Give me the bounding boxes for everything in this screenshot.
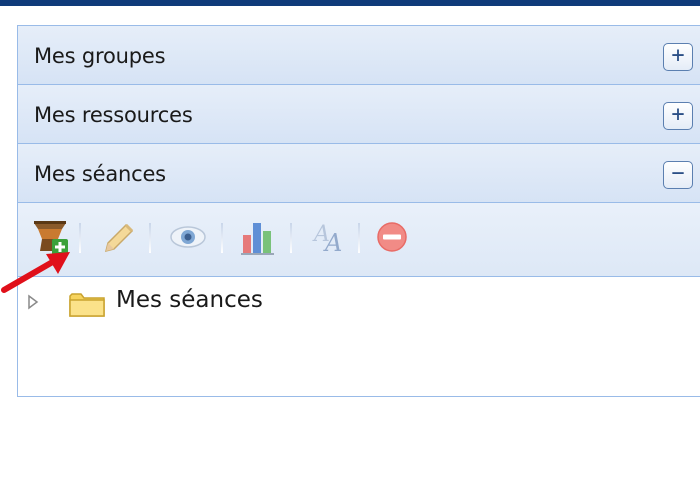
- accordion-header-sessions[interactable]: Mes séances −: [18, 144, 700, 203]
- toolbar-separator: [290, 223, 292, 253]
- expand-resources-button[interactable]: +: [663, 102, 693, 130]
- resources-label: Mes ressources: [34, 103, 193, 127]
- sessions-tree: Mes séances: [18, 277, 700, 477]
- collapse-sessions-button[interactable]: −: [663, 161, 693, 189]
- sessions-toolbar: A A: [18, 203, 700, 277]
- accordion-panel: Mes groupes + Mes ressources + Mes séanc…: [17, 25, 700, 397]
- view-eye-icon[interactable]: [168, 217, 208, 257]
- toolbar-separator: [149, 223, 151, 253]
- tree-root-label: Mes séances: [116, 287, 263, 313]
- expand-groups-button[interactable]: +: [663, 43, 693, 71]
- toolbar-separator: [358, 223, 360, 253]
- stats-bar-chart-icon[interactable]: [238, 217, 278, 257]
- font-style-icon[interactable]: A A: [310, 217, 350, 257]
- annotation-arrow-icon: [1, 252, 70, 293]
- svg-text:A: A: [323, 229, 342, 257]
- edit-pencil-icon[interactable]: [98, 217, 138, 257]
- top-border: [0, 0, 700, 6]
- groups-label: Mes groupes: [34, 44, 166, 68]
- accordion-header-groups[interactable]: Mes groupes +: [18, 26, 700, 85]
- toolbar-separator: [221, 223, 223, 253]
- sessions-label: Mes séances: [34, 162, 166, 186]
- delete-icon[interactable]: [372, 217, 412, 257]
- accordion-header-resources[interactable]: Mes ressources +: [18, 85, 700, 144]
